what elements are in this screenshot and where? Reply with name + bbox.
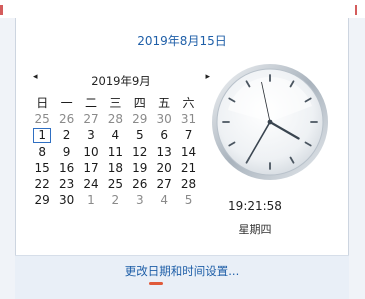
calendar-day[interactable]: 25 [30,111,54,127]
current-date-link[interactable]: 2019年8月15日 [16,32,348,49]
calendar-day[interactable]: 4 [152,192,176,208]
calendar-day[interactable]: 17 [79,160,103,176]
calendar-day[interactable]: 29 [128,111,152,127]
calendar-day[interactable]: 1 [79,192,103,208]
taskbar-accent [149,282,163,285]
weekday-header: 四 [133,96,146,110]
calendar-day[interactable]: 6 [152,127,176,143]
calendar-day[interactable]: 14 [176,144,200,160]
calendar-day[interactable]: 29 [30,192,54,208]
calendar-day[interactable]: 26 [128,176,152,192]
analog-clock [212,64,328,180]
calendar-day[interactable]: 4 [103,127,127,143]
calendar-day[interactable]: 20 [152,160,176,176]
calendar-day[interactable]: 27 [152,176,176,192]
edge-accent-right [355,5,357,15]
calendar-day[interactable]: 28 [103,111,127,127]
weekday-header: 日 [36,96,49,110]
calendar-day[interactable]: 26 [54,111,78,127]
calendar-day[interactable]: 31 [176,111,200,127]
calendar-day[interactable]: 9 [54,144,78,160]
flyout-footer: 更改日期和时间设置... [15,255,349,299]
weekday-header: 六 [182,96,195,110]
calendar-day[interactable]: 21 [176,160,200,176]
calendar-day[interactable]: 5 [176,192,200,208]
clock-center [267,119,273,125]
calendar-day-selected[interactable]: 1 [33,128,52,143]
calendar-day[interactable]: 2 [103,192,127,208]
calendar-header: ◂ 2019年9月 ▸ [30,70,212,90]
calendar-day[interactable]: 5 [128,127,152,143]
calendar-day[interactable]: 30 [152,111,176,127]
calendar-day[interactable]: 10 [79,144,103,160]
calendar-day[interactable]: 11 [103,144,127,160]
calendar-day[interactable]: 7 [176,127,200,143]
change-date-time-settings-link[interactable]: 更改日期和时间设置... [15,263,349,279]
weekday-label: 星期四 [238,223,272,236]
calendar-day[interactable]: 24 [79,176,103,192]
calendar-grid: 日 一 二 三 四 五 六 25 26 27 28 29 30 31 1 2 3… [30,95,212,208]
calendar-day[interactable]: 25 [103,176,127,192]
edge-accent [0,5,3,15]
calendar-day[interactable]: 12 [128,144,152,160]
calendar-day[interactable]: 18 [103,160,127,176]
calendar-day[interactable]: 16 [54,160,78,176]
weekday-header: 二 [84,96,97,110]
calendar-month-label[interactable]: 2019年9月 [30,73,212,89]
weekday-header: 五 [158,96,171,110]
calendar-day[interactable]: 19 [128,160,152,176]
calendar-day[interactable]: 23 [54,176,78,192]
window-top-strip [0,0,365,18]
date-time-flyout: 2019年8月15日 ◂ 2019年9月 ▸ 日 一 二 三 四 五 六 25 … [15,18,349,277]
calendar-day[interactable]: 30 [54,192,78,208]
digital-time: 19:21:58 [228,199,282,213]
calendar-day[interactable]: 28 [176,176,200,192]
calendar-day[interactable]: 22 [30,176,54,192]
calendar-day[interactable]: 15 [30,160,54,176]
calendar-day[interactable]: 8 [30,144,54,160]
calendar: ◂ 2019年9月 ▸ 日 一 二 三 四 五 六 25 26 27 28 29… [30,70,212,208]
calendar-day[interactable]: 27 [79,111,103,127]
weekday-header: 三 [109,96,122,110]
calendar-day[interactable]: 13 [152,144,176,160]
weekday-header: 一 [60,96,73,110]
calendar-day[interactable]: 2 [54,127,78,143]
calendar-day[interactable]: 3 [128,192,152,208]
calendar-day[interactable]: 3 [79,127,103,143]
